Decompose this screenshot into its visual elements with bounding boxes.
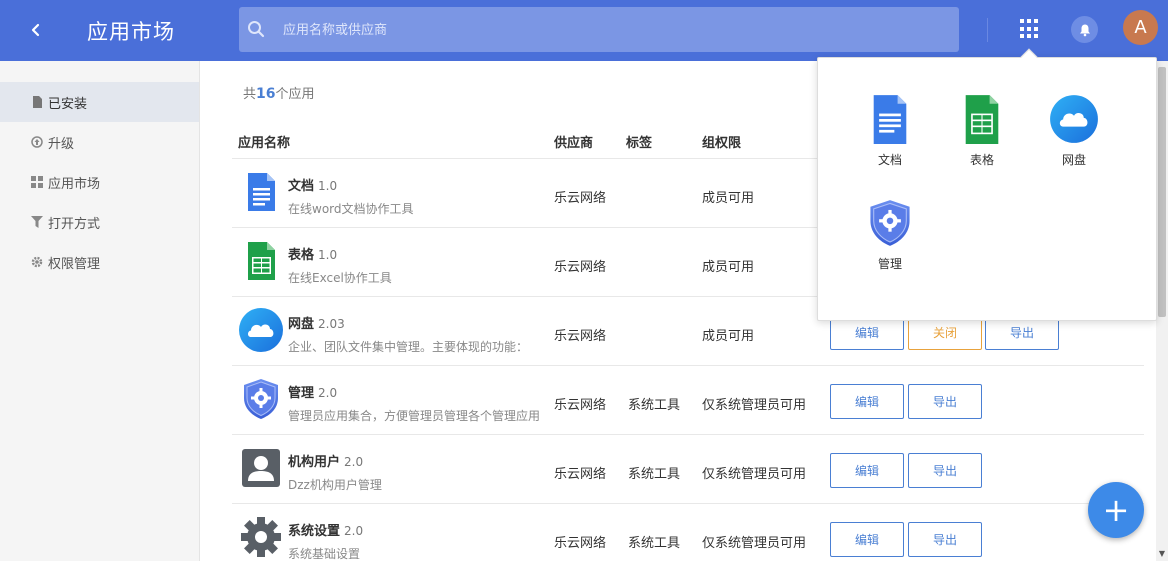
table-row[interactable]: 管理 2.0 管理员应用集合，方便管理员管理各个管理应用 乐云网络 系统工具 仅系… — [232, 366, 1144, 435]
admin-shield-icon — [244, 379, 278, 419]
sidebar-item-permissions[interactable]: 权限管理 — [0, 242, 199, 282]
file-icon — [31, 96, 43, 108]
launcher-item-admin[interactable]: 管理 — [849, 198, 929, 288]
sidebar-item-label: 应用市场 — [48, 176, 101, 192]
app-description: Dzz机构用户管理 — [288, 478, 382, 492]
app-tag: 系统工具 — [628, 536, 681, 551]
search-input[interactable] — [283, 18, 923, 42]
edit-button[interactable]: 编辑 — [830, 453, 904, 488]
sidebar-item-market[interactable]: 应用市场 — [0, 162, 199, 202]
app-permission: 成员可用 — [702, 260, 755, 275]
edit-button[interactable]: 编辑 — [830, 384, 904, 419]
sheet-icon — [248, 242, 275, 280]
column-header-vendor[interactable]: 供应商 — [554, 132, 593, 151]
app-description: 管理员应用集合，方便管理员管理各个管理应用 — [288, 409, 540, 423]
apps-grid-icon[interactable] — [1020, 19, 1040, 39]
app-vendor: 乐云网络 — [554, 536, 607, 551]
doc-icon — [248, 173, 275, 211]
app-name: 网盘 2.03 — [288, 317, 345, 332]
app-name: 管理 2.0 — [288, 386, 338, 401]
back-button[interactable] — [22, 16, 50, 44]
grid-icon — [31, 176, 43, 188]
table-row[interactable]: 系统设置 2.0 系统基础设置 乐云网络 系统工具 仅系统管理员可用 编辑 导出 — [232, 504, 1144, 561]
search-bar[interactable] — [239, 7, 959, 52]
column-header-tag[interactable]: 标签 — [626, 132, 652, 151]
page-title: 应用市场 — [87, 20, 175, 44]
launcher-item-label: 网盘 — [1061, 153, 1086, 167]
header-divider — [987, 18, 988, 42]
sidebar-item-open-with[interactable]: 打开方式 — [0, 202, 199, 242]
app-vendor: 乐云网络 — [554, 191, 607, 206]
launcher-item-label: 表格 — [969, 153, 994, 167]
app-name: 表格 1.0 — [288, 248, 338, 263]
app-name: 系统设置 2.0 — [288, 524, 364, 539]
cloud-icon — [1050, 95, 1098, 143]
chevron-left-icon — [31, 23, 40, 37]
app-permission: 仅系统管理员可用 — [702, 536, 807, 551]
export-button[interactable]: 导出 — [908, 453, 982, 488]
export-button[interactable]: 导出 — [908, 522, 982, 557]
cloud-icon — [239, 308, 283, 352]
app-tag: 系统工具 — [628, 467, 681, 482]
app-launcher-dropdown: 文档 表格 网盘 管理 — [817, 48, 1157, 321]
launcher-item-sheet[interactable]: 表格 — [941, 94, 1021, 184]
app-description: 在线word文档协作工具 — [288, 202, 414, 216]
user-card-icon — [242, 449, 280, 487]
sheet-icon — [965, 95, 999, 144]
export-button[interactable]: 导出 — [908, 384, 982, 419]
column-header-name[interactable]: 应用名称 — [238, 132, 290, 151]
scroll-down-arrow-icon[interactable]: ▼ — [1156, 546, 1168, 561]
top-header: 应用市场 A — [0, 0, 1168, 61]
gear-icon — [31, 256, 43, 268]
sidebar-item-installed[interactable]: 已安装 — [0, 82, 199, 122]
app-permission: 成员可用 — [702, 191, 755, 206]
app-vendor: 乐云网络 — [554, 329, 607, 344]
app-permission: 仅系统管理员可用 — [702, 467, 807, 482]
sidebar: 已安装 升级 应用市场 打开方式 权限管理 — [0, 61, 200, 561]
app-vendor: 乐云网络 — [554, 398, 607, 413]
add-app-button[interactable]: + — [1088, 482, 1144, 538]
app-name: 文档 1.0 — [288, 179, 338, 194]
app-permission: 仅系统管理员可用 — [702, 398, 807, 413]
app-name: 机构用户 2.0 — [288, 455, 364, 470]
sidebar-item-label: 权限管理 — [48, 256, 101, 272]
app-description: 企业、团队文件集中管理。主要体现的功能： — [288, 340, 529, 354]
edit-button[interactable]: 编辑 — [830, 522, 904, 557]
app-tag: 系统工具 — [628, 398, 681, 413]
sidebar-item-label: 升级 — [48, 136, 75, 152]
launcher-item-cloud[interactable]: 网盘 — [1033, 94, 1113, 184]
upgrade-icon — [31, 136, 43, 148]
app-description: 系统基础设置 — [288, 547, 361, 561]
app-permission: 成员可用 — [702, 329, 755, 344]
app-vendor: 乐云网络 — [554, 467, 607, 482]
doc-icon — [873, 95, 907, 144]
column-header-permission[interactable]: 组权限 — [702, 132, 741, 151]
avatar[interactable]: A — [1123, 10, 1158, 45]
sidebar-item-upgrade[interactable]: 升级 — [0, 122, 199, 162]
search-icon[interactable] — [247, 20, 265, 38]
bell-icon — [1079, 24, 1090, 36]
table-row[interactable]: 机构用户 2.0 Dzz机构用户管理 乐云网络 系统工具 仅系统管理员可用 编辑 … — [232, 435, 1144, 504]
filter-icon — [31, 216, 43, 228]
scrollbar-thumb[interactable] — [1158, 67, 1166, 317]
launcher-item-doc[interactable]: 文档 — [849, 94, 929, 184]
scrollbar[interactable] — [1156, 61, 1168, 561]
notification-button[interactable] — [1071, 16, 1098, 43]
admin-shield-icon — [870, 200, 910, 246]
app-description: 在线Excel协作工具 — [288, 271, 392, 285]
launcher-item-label: 文档 — [877, 153, 902, 167]
app-count: 共16个应用 — [243, 86, 315, 102]
sidebar-item-label: 打开方式 — [48, 216, 101, 232]
settings-gear-icon — [241, 517, 281, 557]
app-vendor: 乐云网络 — [554, 260, 607, 275]
launcher-item-label: 管理 — [877, 257, 902, 271]
sidebar-item-label: 已安装 — [48, 96, 88, 112]
